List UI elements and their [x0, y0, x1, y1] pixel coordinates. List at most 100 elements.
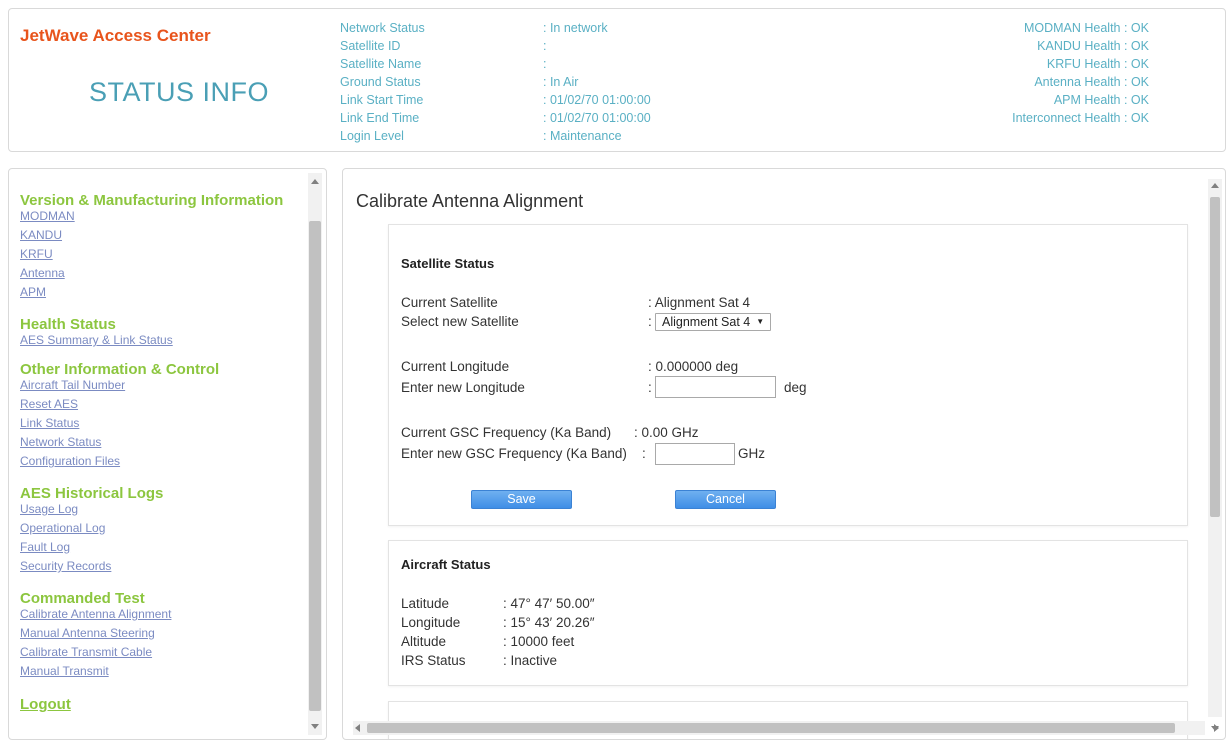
main-hscroll-thumb[interactable]	[367, 723, 1175, 733]
nav-link-calibrate-transmit-cable[interactable]: Calibrate Transmit Cable	[20, 643, 310, 662]
ground-status-label: Ground Status	[340, 75, 421, 89]
enter-longitude-colon: :	[648, 380, 652, 395]
nav-section-version: Version & Manufacturing Information MODM…	[20, 193, 310, 302]
nav-link-modman[interactable]: MODMAN	[20, 209, 310, 223]
apm-health: APM Health : OK	[1053, 93, 1149, 107]
brand-title: JetWave Access Center	[20, 26, 211, 45]
link-start-time-label: Link Start Time	[340, 93, 424, 107]
page-heading: STATUS INFO	[89, 77, 269, 107]
scroll-up-arrow-icon[interactable]	[1211, 183, 1219, 188]
main-scrollbar-horizontal[interactable]	[353, 721, 1219, 735]
login-level-value: : Maintenance	[543, 129, 622, 143]
network-status-value: : In network	[543, 21, 608, 35]
main-content: Calibrate Antenna Alignment Satellite St…	[342, 168, 1226, 740]
longitude-unit: deg	[784, 380, 807, 395]
satellite-select[interactable]: Alignment Sat 4 ▼	[655, 313, 772, 331]
satellite-status-title: Satellite Status	[401, 256, 495, 271]
nav-link-calibrate-antenna-alignment[interactable]: Calibrate Antenna Alignment	[20, 607, 310, 621]
current-satellite-label: Current Satellite	[401, 295, 498, 310]
nav-section-title: AES Historical Logs	[20, 485, 164, 502]
irs-status-value: : Inactive	[503, 653, 558, 668]
select-satellite-label: Select new Satellite	[401, 314, 519, 329]
current-gsc-frequency-label: Current GSC Frequency (Ka Band)	[401, 425, 612, 440]
scroll-right-arrow-icon[interactable]	[1214, 724, 1219, 732]
enter-gsc-frequency-label: Enter new GSC Frequency (Ka Band)	[401, 446, 627, 461]
satellite-name-label: Satellite Name	[340, 57, 422, 71]
nav-section-title: Other Information & Control	[20, 361, 220, 378]
nav-link-network-status[interactable]: Network Status	[20, 433, 310, 452]
nav-section-title: Commanded Test	[20, 590, 145, 607]
latitude-value: : 47° 47′ 50.00″	[503, 596, 595, 611]
link-end-time-value: : 01/02/70 01:00:00	[543, 111, 651, 125]
link-end-time-label: Link End Time	[340, 111, 420, 125]
nav-link-apm[interactable]: APM	[20, 283, 310, 302]
current-gsc-frequency-value: : 0.00 GHz	[634, 425, 699, 440]
link-start-time-value: : 01/02/70 01:00:00	[543, 93, 651, 107]
nav-link-operational-log[interactable]: Operational Log	[20, 519, 310, 538]
select-satellite-colon: :	[648, 314, 652, 329]
enter-gsc-colon: :	[642, 446, 646, 461]
altitude-value: : 10000 feet	[503, 634, 575, 649]
nav-link-reset-aes[interactable]: Reset AES	[20, 395, 310, 414]
nav-link-usage-log[interactable]: Usage Log	[20, 502, 310, 516]
nav-section-health: Health Status AES Summary & Link Status	[20, 317, 310, 348]
krfu-health: KRFU Health : OK	[1046, 57, 1149, 71]
sidebar-scroll-thumb[interactable]	[309, 221, 321, 711]
gsc-frequency-input[interactable]	[655, 443, 735, 465]
nav-section-title: Version & Manufacturing Information	[20, 192, 284, 209]
longitude-label: Longitude	[401, 615, 461, 630]
nav-link-configuration-files[interactable]: Configuration Files	[20, 452, 310, 471]
nav-link-security-records[interactable]: Security Records	[20, 557, 310, 576]
nav-link-krfu[interactable]: KRFU	[20, 245, 310, 264]
gsc-frequency-unit: GHz	[738, 446, 765, 461]
nav-link-manual-transmit[interactable]: Manual Transmit	[20, 662, 310, 681]
page-title: Calibrate Antenna Alignment	[356, 191, 584, 211]
nav-link-manual-antenna-steering[interactable]: Manual Antenna Steering	[20, 624, 310, 643]
current-longitude-label: Current Longitude	[401, 359, 510, 374]
satellite-name-value: :	[543, 57, 547, 71]
main-scrollbar-vertical[interactable]	[1208, 179, 1222, 731]
nav-link-kandu[interactable]: KANDU	[20, 226, 310, 245]
sidebar-nav: Version & Manufacturing Information MODM…	[8, 168, 327, 740]
health-list: MODMAN Health : OK KANDU Health : OK KRF…	[1012, 19, 1149, 127]
aircraft-status-title: Aircraft Status	[401, 557, 491, 572]
altitude-label: Altitude	[401, 634, 447, 649]
interconnect-health: Interconnect Health : OK	[1012, 111, 1149, 125]
satellite-id-value: :	[543, 39, 547, 53]
nav-section-logs: AES Historical Logs Usage Log Operationa…	[20, 486, 310, 576]
scroll-up-arrow-icon[interactable]	[311, 179, 319, 184]
nav-link-link-status[interactable]: Link Status	[20, 414, 310, 433]
main-scroll-thumb[interactable]	[1210, 197, 1220, 517]
network-status-label: Network Status	[340, 21, 425, 35]
scroll-down-arrow-icon[interactable]	[311, 724, 319, 729]
longitude-input[interactable]	[655, 376, 776, 398]
nav-section-commanded-test: Commanded Test Calibrate Antenna Alignme…	[20, 591, 310, 681]
nav-section-other: Other Information & Control Aircraft Tai…	[20, 362, 310, 471]
status-header: JetWave Access Center STATUS INFO Networ…	[8, 8, 1226, 152]
network-values: : In network : : : In Air : 01/02/70 01:…	[543, 19, 651, 145]
satellite-select-value: Alignment Sat 4	[662, 315, 751, 329]
aircraft-status-panel: Aircraft Status Latitude : 47° 47′ 50.00…	[388, 540, 1188, 686]
nav-link-antenna[interactable]: Antenna	[20, 264, 310, 283]
sidebar-scrollbar[interactable]	[308, 173, 322, 735]
nav-link-aes-summary[interactable]: AES Summary & Link Status	[20, 333, 310, 347]
kandu-health: KANDU Health : OK	[1037, 39, 1149, 53]
longitude-value: : 15° 43′ 20.26″	[503, 615, 595, 630]
latitude-label: Latitude	[401, 596, 450, 611]
antenna-health: Antenna Health : OK	[1034, 75, 1149, 89]
enter-longitude-label: Enter new Longitude	[401, 380, 525, 395]
scroll-left-arrow-icon[interactable]	[355, 724, 360, 732]
sidebar-content: Version & Manufacturing Information MODM…	[20, 193, 310, 714]
cancel-button[interactable]: Cancel	[675, 490, 776, 509]
dropdown-caret-icon: ▼	[756, 317, 765, 326]
modman-health: MODMAN Health : OK	[1023, 21, 1149, 35]
irs-status-label: IRS Status	[401, 653, 466, 668]
satellite-status-panel: Satellite Status Current Satellite : Ali…	[388, 224, 1188, 526]
satellite-id-label: Satellite ID	[340, 39, 401, 53]
logout-link[interactable]: Logout	[20, 696, 310, 713]
login-level-label: Login Level	[340, 129, 404, 143]
nav-link-aircraft-tail-number[interactable]: Aircraft Tail Number	[20, 378, 310, 392]
save-button[interactable]: Save	[471, 490, 572, 509]
nav-link-fault-log[interactable]: Fault Log	[20, 538, 310, 557]
network-labels: Network Status Satellite ID Satellite Na…	[340, 19, 425, 145]
